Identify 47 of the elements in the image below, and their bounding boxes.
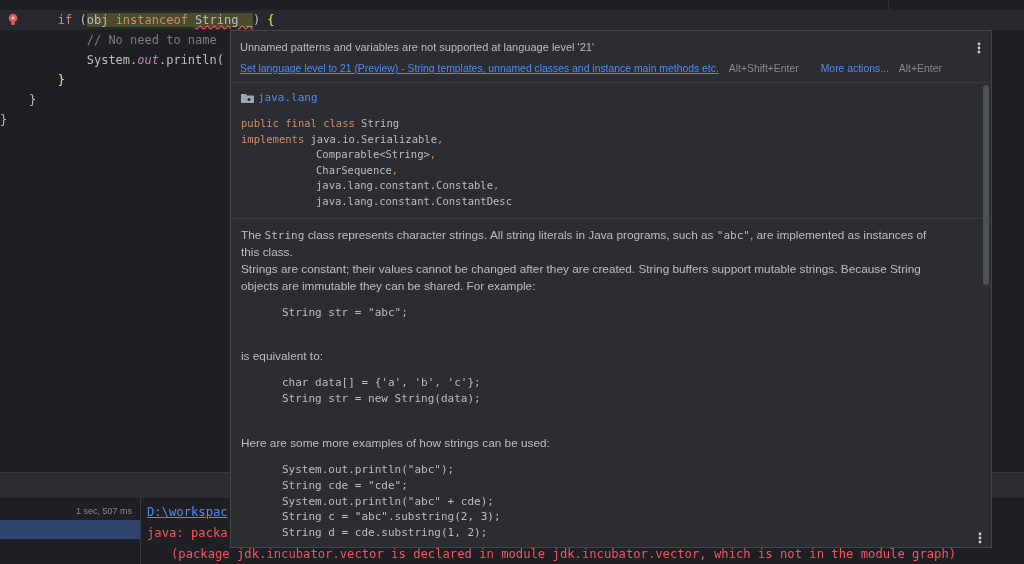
shortcut-label: Alt+Shift+Enter	[728, 63, 799, 74]
more-actions-link[interactable]: More actions...	[820, 63, 889, 74]
code-text: System.	[86, 53, 138, 67]
signature-line: public final class String	[241, 116, 400, 131]
code-example-line: System.out.println("abc" + cde);	[282, 493, 494, 510]
signature-line: CharSequence,	[315, 162, 399, 178]
run-tree-row[interactable]: 1 sec, 507 ms	[0, 501, 140, 520]
code-text: (	[79, 13, 87, 27]
more-options-icon[interactable]	[978, 532, 982, 544]
code-brace: }	[57, 73, 66, 87]
more-options-icon[interactable]	[977, 42, 981, 54]
shortcut-label: Alt+Enter	[898, 63, 942, 74]
code-example-line: System.out.println("abc");	[282, 461, 455, 478]
code-example-line: String d = cde.substring(1, 2);	[282, 525, 488, 541]
doc-paragraph: Here are some more examples of how strings can be used:	[241, 434, 551, 452]
error-message: Unnamed patterns and variables are not supported at language level '21'	[240, 41, 594, 53]
signature-line: java.lang.constant.ConstantDesc	[315, 193, 512, 209]
signature-line: implements java.io.Serializable,	[241, 131, 444, 147]
code-text: )	[252, 13, 262, 27]
code-example-line: String str = "abc";	[282, 304, 408, 321]
highlighted-code: obj	[86, 13, 116, 27]
code-field: out	[137, 53, 159, 67]
console-line: java: packa	[147, 526, 228, 540]
code-keyword: if	[57, 13, 73, 27]
lightbulb-icon[interactable]	[8, 13, 18, 26]
code-text: .println(	[158, 53, 224, 67]
folder-icon	[241, 92, 254, 103]
code-text: }	[28, 93, 37, 107]
quick-fix-link[interactable]: Set language level to 21 (Preview) - String templates, unnamed classes and instance main methods etc.	[240, 63, 719, 74]
highlighted-code: String _	[195, 13, 253, 27]
code-example-line: char data[] = {'a', 'b', 'c'};	[282, 375, 481, 392]
console-line: (package jdk.incubator.vector is declared in module jdk.incubator.vector, which is not in the module graph)	[170, 547, 957, 561]
code-example-line: String c = "abc".substring(2, 3);	[282, 509, 501, 526]
code-brace: {	[267, 13, 275, 27]
doc-paragraph: Strings are constant; their values cannot be changed after they are created. String buffers support mutable strings. Because String objects are immutable they can be shared. For example:	[241, 260, 922, 295]
code-example-line: String str = new String(data);	[282, 391, 481, 407]
doc-paragraph: The String class represents character strings. All string literals in Java programs, such as "abc", are implemented as instances of this class.	[241, 226, 928, 261]
highlighted-code: instanceof	[115, 13, 196, 27]
doc-paragraph: is equivalent to:	[241, 348, 324, 366]
signature-line: java.lang.constant.Constable,	[315, 178, 500, 194]
code-comment: // No need to name	[86, 33, 217, 47]
scrollbar[interactable]	[983, 85, 989, 285]
package-name[interactable]: java.lang	[258, 91, 318, 104]
console-line[interactable]: D:\workspac	[147, 505, 228, 519]
code-example-line: String cde = "cde";	[282, 477, 408, 494]
code-text: }	[0, 113, 8, 127]
signature-line: Comparable<String>,	[315, 147, 437, 163]
